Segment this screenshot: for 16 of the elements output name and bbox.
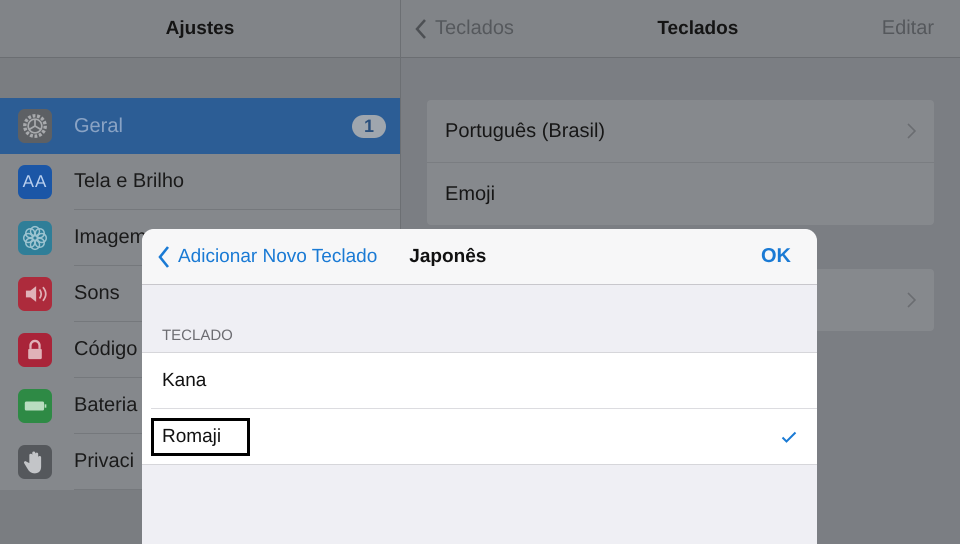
option-label: Kana bbox=[161, 368, 208, 392]
item-label: Privaci bbox=[74, 450, 136, 473]
item-label: Geral bbox=[74, 114, 124, 138]
modal-title: Japonês bbox=[409, 246, 486, 268]
item-label: Tela e Brilho bbox=[74, 170, 186, 193]
section-header: TECLADO bbox=[162, 327, 234, 344]
count-badge: 1 bbox=[352, 114, 386, 138]
row-label: Português (Brasil) bbox=[445, 120, 606, 142]
option-label: Romaji bbox=[151, 418, 250, 456]
item-label: Bateria bbox=[74, 394, 138, 417]
sidebar-title: Ajustes bbox=[166, 18, 234, 40]
item-label: Sons bbox=[74, 282, 121, 305]
item-label: Código bbox=[74, 338, 138, 361]
text-size-icon: AA bbox=[18, 165, 52, 199]
row-label: Emoji bbox=[445, 182, 496, 206]
page-title: Teclados bbox=[657, 18, 738, 40]
